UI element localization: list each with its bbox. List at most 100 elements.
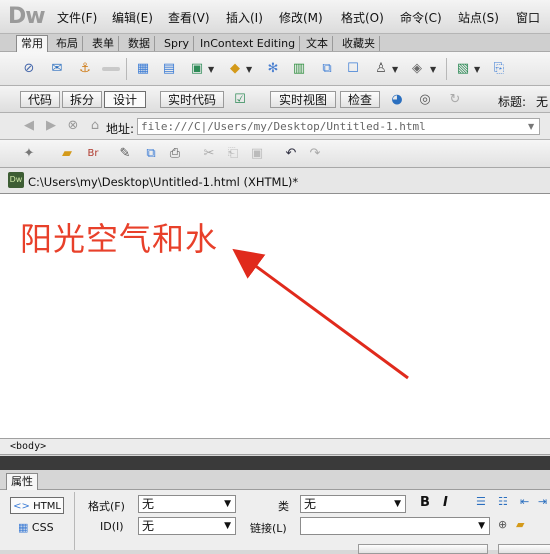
- properties-header: 属性: [0, 470, 550, 491]
- script-icon[interactable]: ◈: [408, 60, 426, 78]
- bold-button[interactable]: B: [420, 495, 430, 510]
- cut-icon[interactable]: ✂: [200, 145, 218, 163]
- home-icon[interactable]: ⌂: [86, 117, 104, 135]
- menu-edit[interactable]: 编辑(E): [112, 9, 153, 26]
- live-view-button[interactable]: 实时视图: [270, 91, 336, 108]
- format-select[interactable]: 无 ▼: [138, 495, 236, 513]
- class-label: 类: [278, 500, 289, 513]
- print-icon[interactable]: ⎙: [166, 145, 184, 163]
- tab-forms[interactable]: 表单: [88, 36, 119, 51]
- ordered-list-icon[interactable]: ☷: [498, 495, 508, 508]
- named-anchor-icon[interactable]: ⚓: [76, 60, 94, 78]
- copy-icon[interactable]: ⎗: [224, 145, 242, 163]
- menu-format[interactable]: 格式(O): [341, 9, 384, 26]
- preview-globe-icon[interactable]: ◕: [388, 91, 406, 109]
- menu-view[interactable]: 查看(V): [168, 9, 210, 26]
- templates-icon[interactable]: ▧: [454, 60, 472, 78]
- outdent-icon[interactable]: ⇤: [520, 495, 529, 508]
- open-icon[interactable]: ▰: [58, 145, 76, 163]
- document-tab[interactable]: Dw C:\Users\my\Desktop\Untitled-1.html (…: [0, 168, 550, 194]
- menu-insert[interactable]: 插入(I): [226, 9, 263, 26]
- menu-file[interactable]: 文件(F): [57, 9, 97, 26]
- tab-layout[interactable]: 布局: [52, 36, 83, 51]
- redo-icon[interactable]: ↷: [306, 145, 324, 163]
- head-dropdown-icon[interactable]: ▼: [392, 65, 398, 74]
- save-icon[interactable]: ✎: [116, 145, 134, 163]
- new-document-icon[interactable]: ✦: [20, 145, 38, 163]
- class-select[interactable]: 无 ▼: [300, 495, 406, 513]
- back-icon[interactable]: ◀: [20, 117, 38, 135]
- insert-div-icon[interactable]: ▤: [160, 60, 178, 78]
- hr-icon[interactable]: [102, 67, 120, 71]
- tab-data[interactable]: 数据: [124, 36, 155, 51]
- check-page-icon[interactable]: ☑: [231, 91, 249, 109]
- address-input[interactable]: file:///C|/Users/my/Desktop/Untitled-1.h…: [137, 118, 540, 135]
- design-view-button[interactable]: 设计: [104, 91, 146, 108]
- tag-selector-bar: <body>: [0, 438, 550, 455]
- tab-favorites[interactable]: 收藏夹: [338, 36, 380, 51]
- stop-icon[interactable]: ⊗: [64, 117, 82, 135]
- css-mode-button[interactable]: ▦ CSS: [18, 521, 54, 534]
- browse-folder-icon[interactable]: ▰: [516, 518, 524, 531]
- comment-icon[interactable]: ☐: [344, 60, 362, 78]
- table-icon[interactable]: ▦: [134, 60, 152, 78]
- unordered-list-icon[interactable]: ☰: [476, 495, 486, 508]
- format-dropdown-icon: ▼: [224, 499, 231, 509]
- browse-in-bridge-icon[interactable]: Br: [84, 145, 102, 163]
- id-select[interactable]: 无 ▼: [138, 517, 236, 535]
- media-dropdown-icon[interactable]: ▼: [246, 65, 252, 74]
- body-tag[interactable]: <body>: [10, 441, 46, 452]
- forward-icon[interactable]: ▶: [42, 117, 60, 135]
- properties-title[interactable]: 属性: [6, 473, 38, 491]
- html-mode-button[interactable]: <> HTML: [10, 497, 64, 514]
- tab-common[interactable]: 常用: [16, 35, 48, 53]
- split-view-button[interactable]: 拆分: [62, 91, 102, 108]
- standard-toolbar: ✦ ▰ Br ✎ ⧉ ⎙ ✂ ⎗ ▣ ↶ ↷: [0, 140, 550, 168]
- point-to-file-icon[interactable]: ⊕: [498, 518, 507, 531]
- date-icon[interactable]: ▥: [290, 60, 308, 78]
- templates-dropdown-icon[interactable]: ▼: [474, 65, 480, 74]
- list-item-button[interactable]: [498, 544, 550, 554]
- visual-aids-icon[interactable]: ◎: [416, 91, 434, 109]
- class-dropdown-icon: ▼: [394, 499, 401, 509]
- images-icon[interactable]: ▣: [188, 60, 206, 78]
- page-properties-button[interactable]: [358, 544, 488, 554]
- server-side-include-icon[interactable]: ⧉: [318, 60, 336, 78]
- dw-file-icon: Dw: [8, 172, 24, 188]
- head-icon[interactable]: ♙: [372, 60, 390, 78]
- code-view-button[interactable]: 代码: [20, 91, 60, 108]
- address-dropdown-icon[interactable]: ▼: [528, 122, 534, 131]
- title-value[interactable]: 无: [536, 93, 548, 110]
- indent-icon[interactable]: ⇥: [538, 495, 547, 508]
- dw-logo: Dw: [8, 4, 46, 29]
- menu-window[interactable]: 窗口: [516, 9, 540, 26]
- link-dropdown-icon: ▼: [478, 521, 485, 531]
- tab-text[interactable]: 文本: [302, 36, 333, 51]
- email-link-icon[interactable]: ✉: [48, 60, 66, 78]
- arrow-line: [232, 248, 409, 380]
- link-input[interactable]: ▼: [300, 517, 490, 535]
- menu-site[interactable]: 站点(S): [458, 9, 499, 26]
- media-icon[interactable]: ◆: [226, 60, 244, 78]
- save-all-icon[interactable]: ⧉: [142, 145, 160, 163]
- menu-modify[interactable]: 修改(M): [279, 9, 323, 26]
- italic-button[interactable]: I: [443, 495, 448, 510]
- menu-bar: Dw 文件(F) 编辑(E) 查看(V) 插入(I) 修改(M) 格式(O) 命…: [0, 0, 550, 34]
- undo-icon[interactable]: ↶: [282, 145, 300, 163]
- refresh-icon[interactable]: ↻: [446, 91, 464, 109]
- tab-spry[interactable]: Spry: [160, 36, 194, 51]
- format-label: 格式(F): [88, 500, 125, 513]
- hyperlink-icon[interactable]: ⊘: [20, 60, 38, 78]
- widget-icon[interactable]: ✻: [264, 60, 282, 78]
- menu-commands[interactable]: 命令(C): [400, 9, 442, 26]
- paste-icon[interactable]: ▣: [248, 145, 266, 163]
- tab-incontext-editing[interactable]: InContext Editing: [196, 36, 301, 51]
- images-dropdown-icon[interactable]: ▼: [208, 65, 214, 74]
- design-view[interactable]: 阳光空气和水: [0, 194, 550, 438]
- inspect-button[interactable]: 检查: [340, 91, 380, 108]
- tag-chooser-icon[interactable]: ⎘: [490, 60, 508, 78]
- properties-panel: <> HTML ▦ CSS 格式(F) 无 ▼ 类 无 ▼ B I ☰ ☷ ⇤ …: [0, 490, 550, 554]
- panel-divider: [0, 456, 550, 470]
- script-dropdown-icon[interactable]: ▼: [430, 65, 436, 74]
- live-code-button[interactable]: 实时代码: [160, 91, 224, 108]
